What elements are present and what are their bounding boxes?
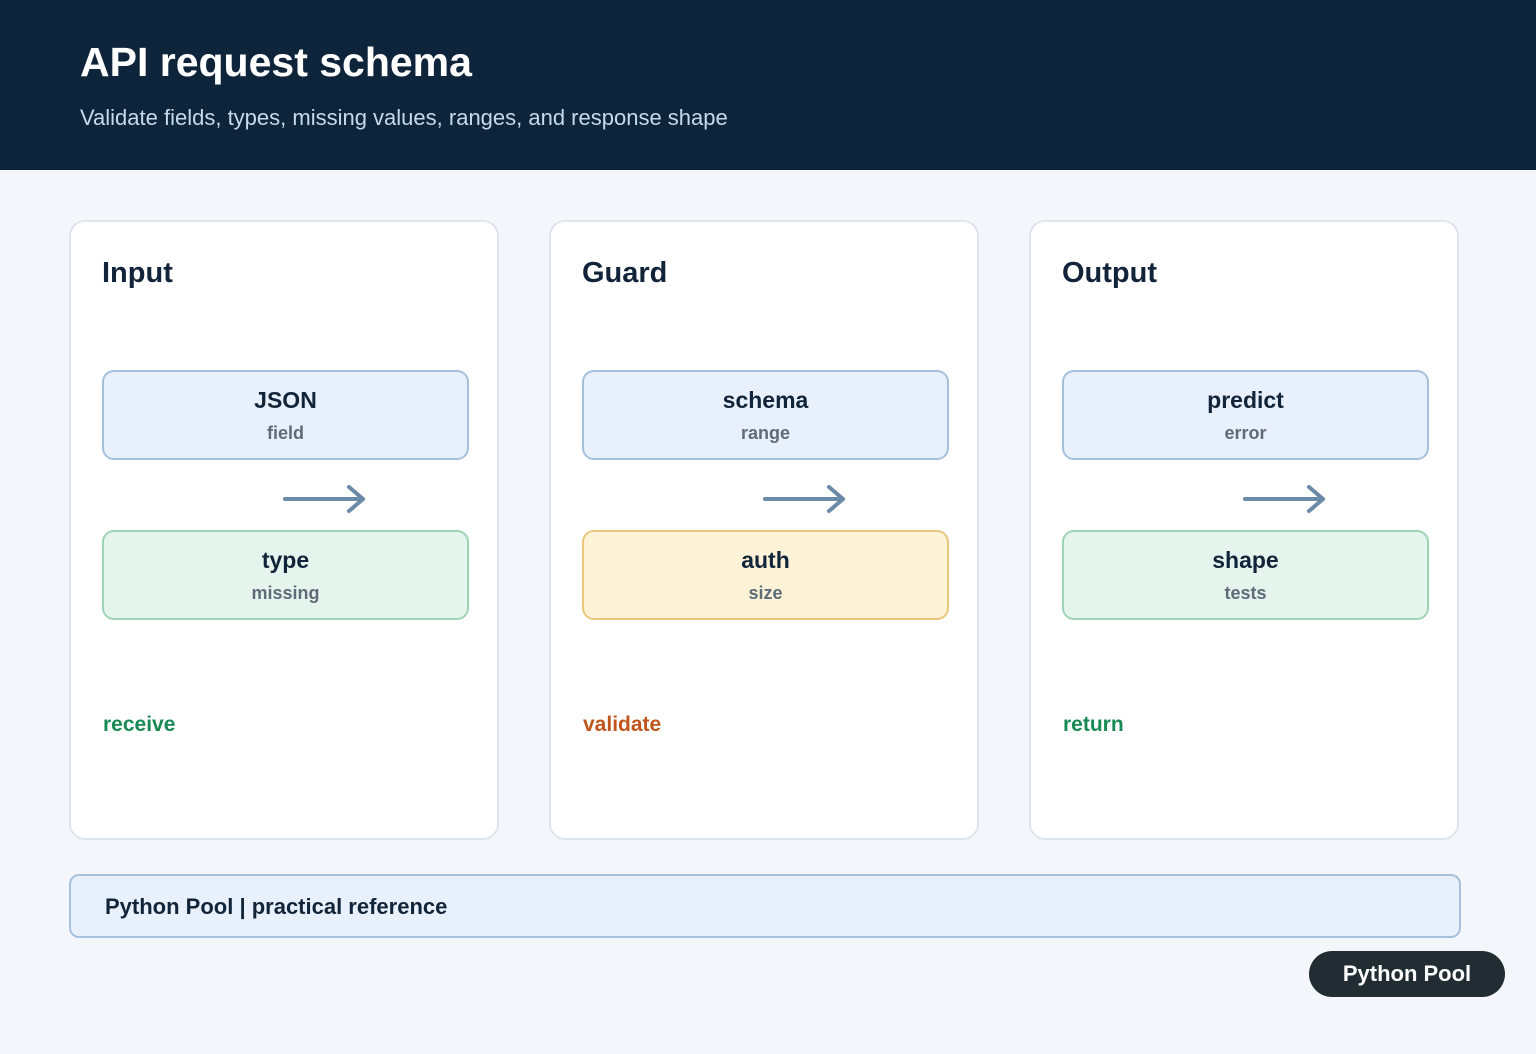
arrow-right-icon [283,485,365,513]
header-banner: API request schema Validate fields, type… [0,0,1536,170]
footer-text: Python Pool | practical reference [105,894,448,919]
stage-label-validate: validate [583,713,662,736]
step-box-sublabel: range [740,423,791,443]
step-box-label: auth [741,547,790,573]
step-box-label: schema [722,387,809,413]
step-box-sublabel: tests [1224,583,1267,603]
step-box-schema: schema range [582,370,949,460]
arrow-right-icon [763,485,845,513]
brand-badge: Python Pool [1309,951,1505,997]
step-box-predict: predict error [1062,370,1429,460]
panel-guard: Guard schema range auth size validate [549,220,979,840]
step-box-label: JSON [254,387,317,413]
arrow-right-icon [1243,485,1325,513]
step-box-label: predict [1207,387,1284,413]
step-box-shape: shape tests [1062,530,1429,620]
step-box-sublabel: missing [251,583,320,603]
stage-label-return: return [1063,713,1124,736]
page-subtitle: Validate fields, types, missing values, … [80,105,728,130]
footer-bar: Python Pool | practical reference [69,874,1461,938]
panel-title: Output [1062,257,1158,289]
panel-title: Input [102,257,173,289]
panel-input: Input JSON field type missing receive [69,220,499,840]
panel-title: Guard [582,257,668,289]
step-box-json: JSON field [102,370,469,460]
step-box-sublabel: size [748,583,783,603]
step-box-label: type [261,547,310,573]
step-box-auth: auth size [582,530,949,620]
page-title: API request schema [80,39,472,85]
panel-output: Output predict error shape tests return [1029,220,1459,840]
step-box-sublabel: field [266,423,304,443]
stage-label-receive: receive [103,713,176,736]
step-box-type: type missing [102,530,469,620]
step-box-sublabel: error [1224,423,1267,443]
step-box-label: shape [1212,547,1279,573]
